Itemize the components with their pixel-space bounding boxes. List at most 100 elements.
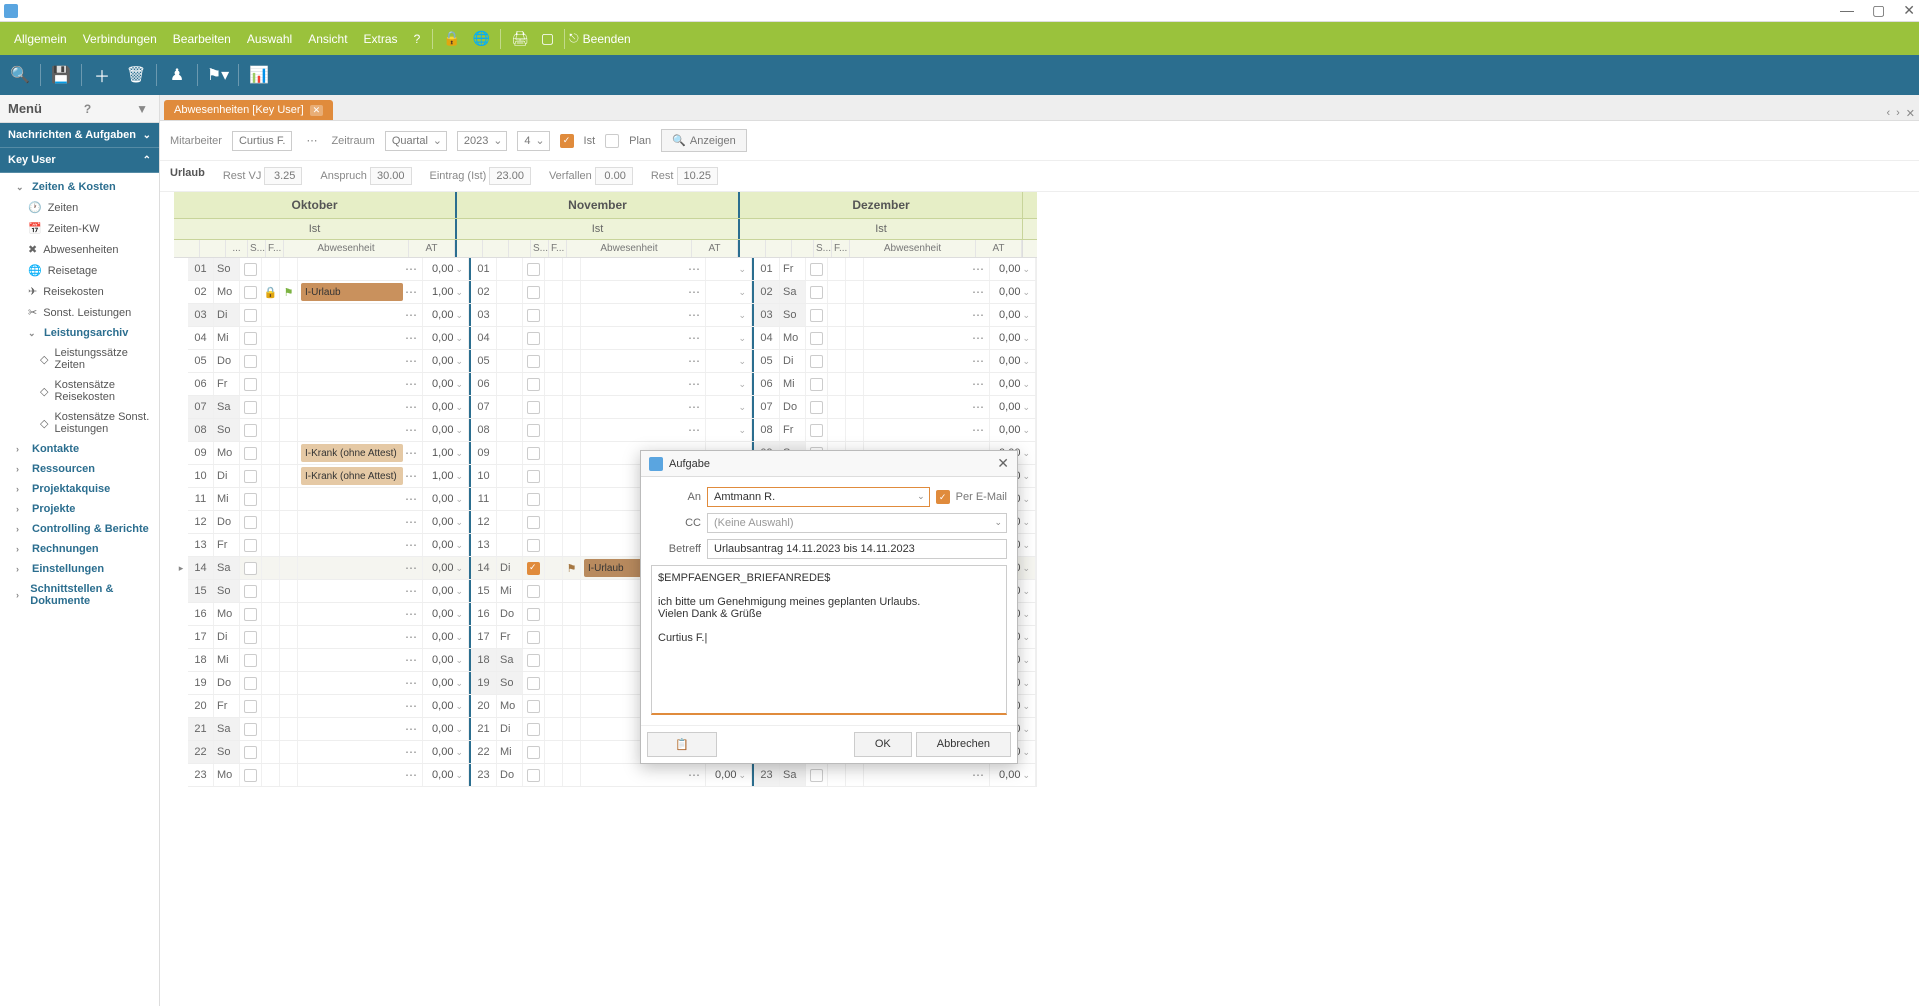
row-menu[interactable]: ⋯ — [403, 699, 419, 713]
tab-prev-icon[interactable]: ‹ — [1886, 107, 1890, 120]
row-checkbox[interactable] — [244, 700, 257, 713]
row-checkbox[interactable] — [527, 562, 540, 575]
chevron-down-icon[interactable]: ⌄ — [1020, 563, 1032, 574]
chevron-down-icon[interactable]: ⌄ — [1020, 494, 1032, 505]
nav-reisekosten[interactable]: ✈Reisekosten — [0, 281, 159, 302]
row-checkbox[interactable] — [244, 631, 257, 644]
dialog-close-icon[interactable]: ✕ — [997, 455, 1009, 472]
nav-schnittstellen[interactable]: ›Schnittstellen & Dokumente — [0, 579, 159, 611]
chevron-down-icon[interactable]: ⌄ — [1020, 678, 1032, 689]
row-menu[interactable]: ⋯ — [403, 630, 419, 644]
menu-verbindungen[interactable]: Verbindungen — [75, 32, 165, 46]
row-checkbox[interactable] — [527, 309, 540, 322]
row-menu[interactable]: ⋯ — [970, 262, 986, 276]
row-menu[interactable]: ⋯ — [686, 308, 702, 322]
chevron-down-icon[interactable]: ⌄ — [736, 264, 748, 275]
nav-zeiten-kw[interactable]: 📅Zeiten-KW — [0, 218, 159, 239]
row-checkbox[interactable] — [244, 263, 257, 276]
row-checkbox[interactable] — [810, 355, 823, 368]
row-menu[interactable]: ⋯ — [403, 653, 419, 667]
row-menu[interactable]: ⋯ — [403, 515, 419, 529]
absence-entry[interactable]: I-Krank (ohne Attest) — [301, 467, 403, 485]
row-checkbox[interactable] — [527, 493, 540, 506]
chevron-down-icon[interactable]: ⌄ — [453, 356, 465, 367]
chevron-down-icon[interactable]: ⌄ — [453, 655, 465, 666]
absence-entry[interactable]: I-Urlaub — [301, 283, 403, 301]
row-menu[interactable]: ⋯ — [403, 446, 419, 460]
row-menu[interactable]: ⋯ — [403, 561, 419, 575]
row-checkbox[interactable] — [527, 424, 540, 437]
chevron-down-icon[interactable]: ⌄ — [453, 517, 465, 528]
screen-icon[interactable]: ▢ — [535, 30, 560, 47]
nav-ressourcen[interactable]: ›Ressourcen — [0, 459, 159, 479]
row-menu[interactable]: ⋯ — [403, 354, 419, 368]
chevron-down-icon[interactable]: ⌄ — [1020, 609, 1032, 620]
chevron-down-icon[interactable]: ⌄ — [736, 356, 748, 367]
chevron-down-icon[interactable]: ⌄ — [453, 448, 465, 459]
nav-rechnungen[interactable]: ›Rechnungen — [0, 539, 159, 559]
ist-checkbox[interactable]: ✓ — [560, 134, 574, 148]
row-checkbox[interactable] — [244, 355, 257, 368]
jahr-select[interactable]: 2023 — [457, 131, 507, 151]
cancel-button[interactable]: Abbrechen — [916, 732, 1011, 757]
row-checkbox[interactable] — [244, 654, 257, 667]
row-menu[interactable]: ⋯ — [403, 400, 419, 414]
chevron-down-icon[interactable]: ⌄ — [736, 770, 748, 781]
copy-button[interactable]: 📋 — [647, 732, 717, 757]
chevron-down-icon[interactable]: ⌄ — [453, 609, 465, 620]
menu-allgemein[interactable]: Allgemein — [6, 32, 75, 46]
row-checkbox[interactable] — [244, 585, 257, 598]
chevron-down-icon[interactable]: ⌄ — [1020, 517, 1032, 528]
row-menu[interactable]: ⋯ — [403, 676, 419, 690]
row-checkbox[interactable] — [244, 608, 257, 621]
betreff-input[interactable]: Urlaubsantrag 14.11.2023 bis 14.11.2023 — [707, 539, 1007, 559]
chevron-down-icon[interactable]: ⌄ — [1020, 333, 1032, 344]
nav-reisetage[interactable]: 🌐Reisetage — [0, 260, 159, 281]
row-checkbox[interactable] — [527, 401, 540, 414]
chevron-down-icon[interactable]: ⌄ — [453, 701, 465, 712]
chevron-down-icon[interactable]: ⌄ — [1020, 724, 1032, 735]
nav-kostensaetze-sonst[interactable]: ◇Kostensätze Sonst. Leistungen — [0, 407, 159, 439]
chevron-down-icon[interactable]: ⌄ — [1020, 448, 1032, 459]
chevron-down-icon[interactable]: ⌄ — [736, 425, 748, 436]
row-checkbox[interactable] — [810, 769, 823, 782]
chevron-down-icon[interactable]: ⌄ — [453, 770, 465, 781]
chevron-down-icon[interactable]: ⌄ — [1020, 632, 1032, 643]
row-checkbox[interactable] — [244, 309, 257, 322]
chevron-down-icon[interactable]: ⌄ — [453, 540, 465, 551]
nav-zeiten[interactable]: 🕐Zeiten — [0, 197, 159, 218]
nav-zeiten-kosten[interactable]: ⌄Zeiten & Kosten — [0, 177, 159, 197]
row-menu[interactable]: ⋯ — [403, 745, 419, 759]
row-checkbox[interactable] — [810, 332, 823, 345]
row-menu[interactable]: ⋯ — [686, 354, 702, 368]
nav-abwesenheiten[interactable]: ✖Abwesenheiten — [0, 239, 159, 260]
chevron-down-icon[interactable]: ⌄ — [453, 379, 465, 390]
nav-sonst-leistungen[interactable]: ✂Sonst. Leistungen — [0, 302, 159, 323]
help-icon[interactable]: ? — [81, 102, 94, 116]
nav-einstellungen[interactable]: ›Einstellungen — [0, 559, 159, 579]
row-menu[interactable]: ⋯ — [970, 377, 986, 391]
row-checkbox[interactable] — [527, 355, 540, 368]
row-menu[interactable]: ⋯ — [403, 377, 419, 391]
row-checkbox[interactable] — [527, 585, 540, 598]
chart-icon[interactable]: 📊 — [243, 59, 275, 91]
chevron-down-icon[interactable]: ⌄ — [453, 402, 465, 413]
chevron-down-icon[interactable]: ⌄ — [453, 425, 465, 436]
row-checkbox[interactable] — [810, 401, 823, 414]
chevron-down-icon[interactable]: ⌄ — [1020, 287, 1032, 298]
accordion-keyuser[interactable]: Key User⌃ — [0, 148, 159, 173]
row-checkbox[interactable] — [244, 746, 257, 759]
row-menu[interactable]: ⋯ — [403, 285, 419, 299]
add-icon[interactable]: ＋ — [86, 59, 118, 91]
row-menu[interactable]: ⋯ — [686, 400, 702, 414]
row-checkbox[interactable] — [244, 401, 257, 414]
row-menu[interactable]: ⋯ — [403, 331, 419, 345]
row-checkbox[interactable] — [244, 516, 257, 529]
chevron-down-icon[interactable]: ⌄ — [736, 402, 748, 413]
chevron-down-icon[interactable]: ⌄ — [1020, 701, 1032, 712]
chevron-down-icon[interactable]: ⌄ — [1020, 586, 1032, 597]
row-checkbox[interactable] — [527, 470, 540, 483]
row-checkbox[interactable] — [527, 700, 540, 713]
chevron-down-icon[interactable]: ⌄ — [1020, 747, 1032, 758]
chevron-down-icon[interactable]: ⌄ — [736, 310, 748, 321]
